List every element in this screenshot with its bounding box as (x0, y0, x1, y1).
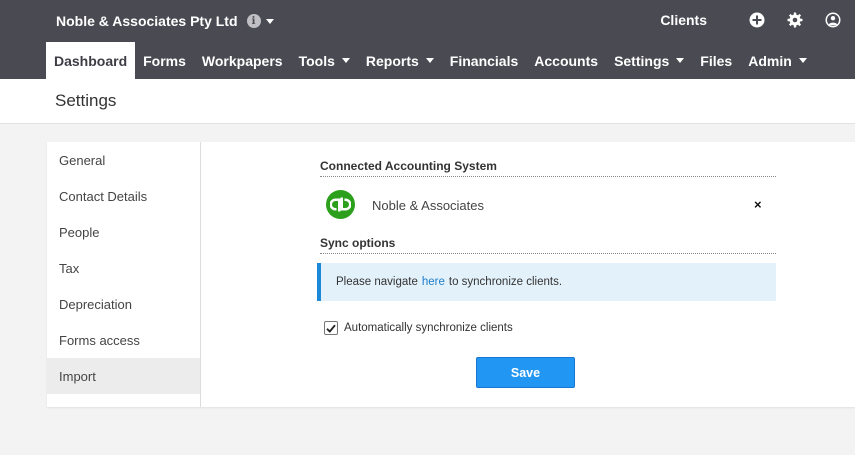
sidebar-item-people[interactable]: People (47, 214, 200, 250)
nav-settings[interactable]: Settings (606, 42, 692, 79)
close-icon[interactable]: × (754, 197, 762, 212)
company-switcher[interactable]: Noble & Associates Pty Ltd i (56, 11, 274, 31)
sidebar-item-forms-access[interactable]: Forms access (47, 322, 200, 358)
chevron-down-icon (341, 58, 350, 63)
gear-icon[interactable] (787, 12, 803, 28)
account-name: Noble & Associates (372, 198, 485, 213)
nav-label: Files (700, 52, 733, 69)
chevron-down-icon (425, 58, 434, 63)
connected-account-row: Noble & Associates × (320, 188, 776, 220)
nav-label: Accounts (534, 52, 599, 69)
top-bar: Noble & Associates Pty Ltd i Clients Das… (0, 0, 855, 79)
quickbooks-logo-icon (326, 190, 355, 219)
chevron-down-icon (676, 58, 685, 63)
nav-label: Reports (365, 52, 419, 69)
sidebar-item-label: Forms access (59, 332, 140, 348)
company-name: Noble & Associates Pty Ltd (56, 13, 238, 29)
save-button[interactable]: Save (476, 357, 575, 388)
sidebar-item-label: Tax (59, 260, 80, 276)
sidebar-item-label: Contact Details (59, 188, 148, 204)
sidebar-item-depreciation[interactable]: Depreciation (47, 286, 200, 322)
sidebar-item-label: General (59, 152, 106, 168)
page-header: Settings (0, 79, 855, 124)
sync-info-alert: Please navigate here to synchronize clie… (317, 263, 776, 301)
auto-sync-checkbox[interactable] (324, 321, 338, 335)
clients-link[interactable]: Clients (660, 12, 707, 28)
auto-sync-option[interactable]: Automatically synchronize clients (324, 320, 513, 336)
sidebar-item-tax[interactable]: Tax (47, 250, 200, 286)
nav-reports[interactable]: Reports (358, 42, 442, 79)
settings-panel: General Contact Details People Tax Depre… (47, 142, 855, 407)
sidebar-item-label: Depreciation (59, 296, 132, 312)
nav-label: Tools (298, 52, 335, 69)
auto-sync-label: Automatically synchronize clients (344, 322, 513, 334)
nav-admin[interactable]: Admin (740, 42, 815, 79)
nav-dashboard[interactable]: Dashboard (46, 42, 136, 79)
nav-label: Forms (143, 52, 186, 69)
alert-text-before: Please navigate (336, 276, 418, 288)
settings-sidebar: General Contact Details People Tax Depre… (47, 142, 201, 407)
nav-label: Admin (748, 52, 792, 69)
sidebar-item-import[interactable]: Import (47, 358, 200, 394)
page-title: Settings (55, 91, 117, 110)
sidebar-item-general[interactable]: General (47, 142, 200, 178)
nav-financials[interactable]: Financials (442, 42, 526, 79)
sidebar-item-label: People (59, 224, 100, 240)
sidebar-item-contact-details[interactable]: Contact Details (47, 178, 200, 214)
user-account-icon[interactable] (825, 12, 841, 28)
add-circle-icon[interactable] (749, 12, 765, 28)
main-nav: Dashboard Forms Workpapers Tools Reports… (46, 42, 815, 79)
sidebar-item-label: Import (59, 368, 96, 384)
nav-accounts[interactable]: Accounts (526, 42, 606, 79)
nav-files[interactable]: Files (692, 42, 740, 79)
sync-options-heading: Sync options (320, 236, 776, 254)
nav-tools[interactable]: Tools (291, 42, 358, 79)
nav-workpapers[interactable]: Workpapers (194, 42, 291, 79)
top-right-actions: Clients (660, 10, 841, 30)
connected-system-heading: Connected Accounting System (320, 159, 776, 177)
info-icon[interactable]: i (246, 14, 261, 28)
alert-text-after: to synchronize clients. (448, 276, 563, 288)
sync-here-link[interactable]: here (422, 276, 445, 288)
nav-label: Financials (449, 52, 519, 69)
chevron-down-icon (798, 58, 807, 63)
chevron-down-icon[interactable] (265, 18, 274, 24)
nav-label: Workpapers (201, 52, 283, 69)
nav-label: Dashboard (54, 52, 128, 69)
nav-label: Settings (614, 52, 670, 69)
nav-forms[interactable]: Forms (135, 42, 194, 79)
